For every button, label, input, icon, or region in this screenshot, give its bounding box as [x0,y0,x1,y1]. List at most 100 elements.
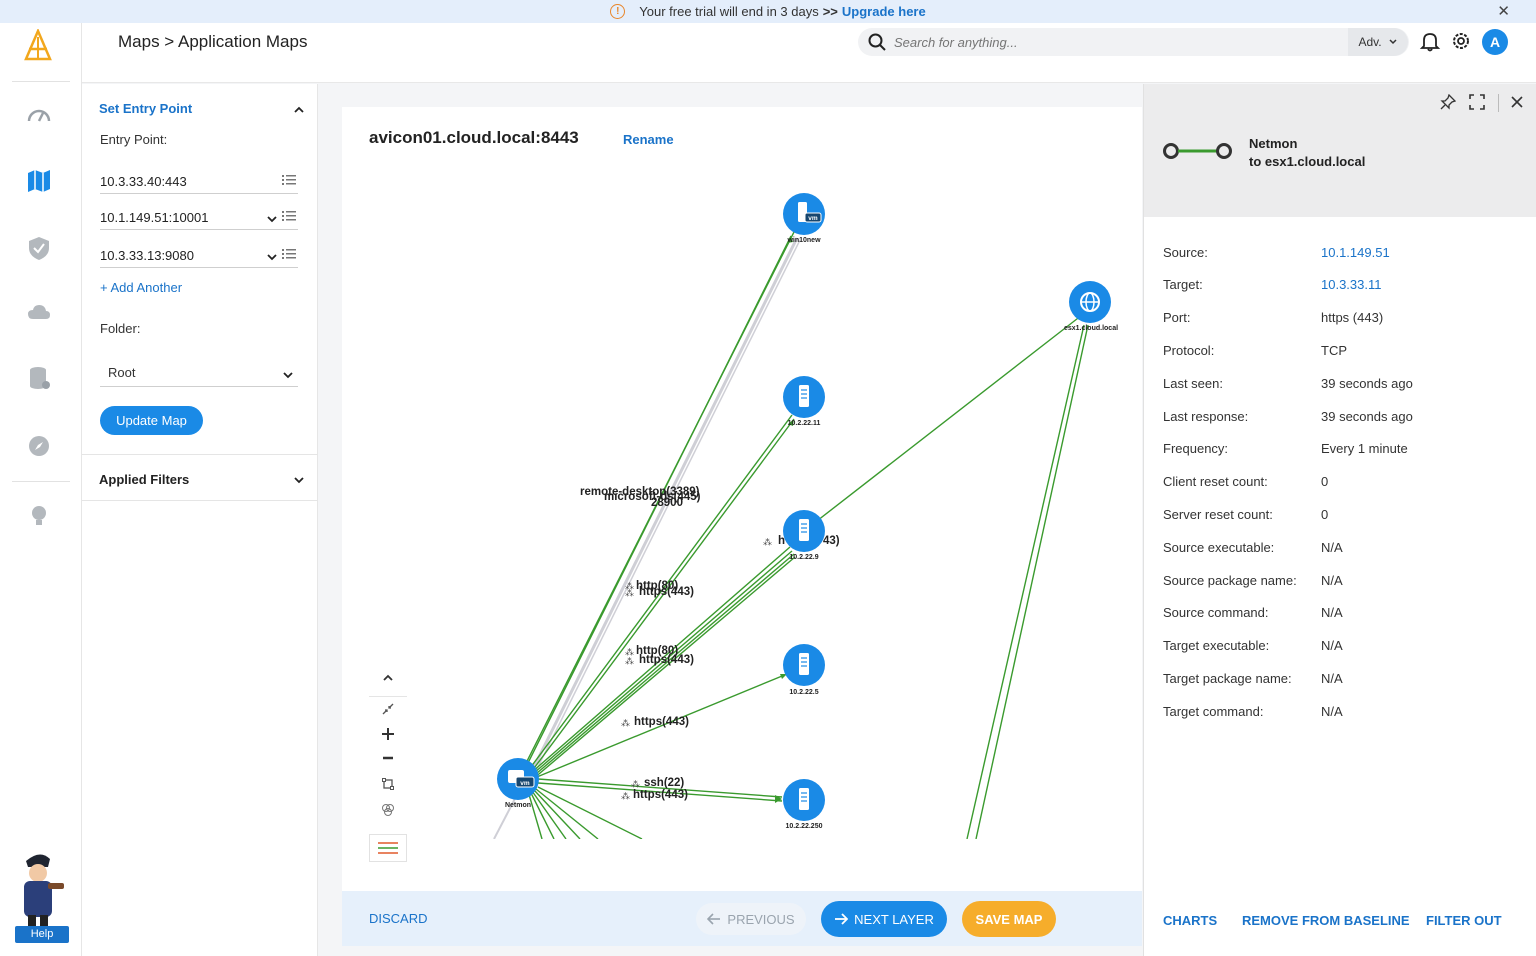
user-avatar[interactable]: A [1482,29,1508,55]
svg-text:⁂: ⁂ [625,656,634,666]
folder-select[interactable]: Root [100,360,298,387]
warning-icon: ! [610,4,626,19]
upgrade-link[interactable]: Upgrade here [842,4,926,19]
cluster-button[interactable] [369,798,407,822]
node-10-2-22-5[interactable]: 10.2.22.5 [783,644,825,696]
gear-icon[interactable] [1450,30,1472,52]
map-canvas[interactable]: avicon01.cloud.local:8443 Rename remote-… [342,107,1142,891]
entry-point-field[interactable]: 10.1.149.51:10001 [100,204,298,230]
list-icon[interactable] [282,173,296,187]
arrow-right-icon [835,913,849,925]
node-10-2-22-9[interactable]: 10.2.22.9 [783,510,825,561]
edge[interactable] [527,790,543,839]
add-another-link[interactable]: + Add Another [100,280,182,295]
remove-from-baseline-button[interactable]: REMOVE FROM BASELINE [1242,913,1410,928]
entry-point-field[interactable]: 10.3.33.40:443 [100,168,298,194]
node-esx1[interactable]: esx1.cloud.local [1064,281,1118,332]
collapse-toolbar-button[interactable] [369,666,407,690]
edge-label[interactable]: https(443) [639,586,694,598]
prop-value: N/A [1321,671,1343,686]
adv-label: Adv. [1358,35,1382,49]
prop-key: Target executable: [1163,638,1270,653]
edge[interactable] [531,239,801,780]
fit-button[interactable] [369,696,407,720]
edge[interactable] [803,314,1083,532]
pin-icon[interactable] [1440,94,1456,110]
cloud-icon[interactable] [26,300,52,326]
search-input[interactable] [894,34,1334,50]
chevron-down-icon [1389,39,1397,45]
prop-value: N/A [1321,704,1343,719]
edge[interactable] [535,788,599,839]
advanced-search-dropdown[interactable]: Adv. [1348,28,1408,56]
entry-point-label: Entry Point: [100,132,168,147]
edge[interactable] [533,789,581,839]
close-icon[interactable]: ✕ [1497,2,1510,20]
compass-icon[interactable] [26,433,52,459]
chevron-down-icon[interactable] [266,213,278,225]
prop-key: Target package name: [1163,671,1292,686]
target-link[interactable]: 10.3.33.11 [1321,277,1381,292]
map-icon[interactable] [26,168,52,194]
folder-value: Root [108,365,136,380]
legend-button[interactable] [369,834,407,862]
node-label: 10.2.22.11 [788,420,821,427]
edge-label[interactable]: 28900 [651,497,683,509]
source-link[interactable]: 10.1.149.51 [1321,245,1390,260]
save-map-button[interactable]: SAVE MAP [962,901,1056,937]
next-layer-button[interactable]: NEXT LAYER [821,901,947,937]
edge[interactable] [966,324,1085,839]
chevron-up-icon[interactable] [293,104,305,116]
network-graph[interactable]: remote-desktop(3389) microsoft-ds(445) 2… [342,107,1142,891]
list-icon[interactable] [282,247,296,261]
node-label: 10.2.22.9 [789,554,818,561]
edge-label[interactable]: 43) [823,535,840,547]
chevron-down-icon[interactable] [293,474,305,486]
close-icon[interactable] [1510,95,1524,109]
entry-point-field[interactable]: 10.3.33.13:9080 [100,242,298,268]
expand-icon[interactable] [1469,94,1485,110]
previous-button[interactable]: PREVIOUS [696,903,806,935]
node-netmon[interactable]: vm Netmon [497,758,539,809]
section-divider [82,454,318,455]
bell-icon[interactable] [1419,30,1441,52]
applied-filters-title[interactable]: Applied Filters [99,472,189,487]
edge-label[interactable]: https(443) [634,716,689,728]
edge-label[interactable]: ssh(22) [644,777,684,789]
rail-divider [12,81,70,82]
prop-key: Source command: [1163,605,1269,620]
minus-icon [383,756,393,760]
zoom-in-button[interactable] [369,722,407,746]
chevron-down-icon[interactable] [266,251,278,263]
database-icon[interactable] [26,365,52,391]
search-bar[interactable] [858,28,1409,56]
set-entry-point-title[interactable]: Set Entry Point [99,101,192,116]
prop-key: Last response: [1163,409,1249,424]
zoom-out-button[interactable] [369,746,407,770]
entry-point-value: 10.3.33.40:443 [100,174,187,189]
node-10-2-22-11[interactable]: 10.2.22.11 [783,376,825,427]
selection-box-icon [382,778,394,790]
prop-value: N/A [1321,638,1343,653]
prop-key: Protocol: [1163,343,1215,358]
detail-header: Netmon to esx1.cloud.local [1144,84,1536,217]
prop-value: 0 [1321,474,1329,489]
plus-icon [382,728,394,740]
edge[interactable] [975,324,1089,839]
help-label[interactable]: Help [15,926,69,943]
speed-icon[interactable] [26,103,52,129]
node-10-2-22-250[interactable]: 10.2.22.250 [783,779,825,830]
select-area-button[interactable] [369,772,407,796]
shield-icon[interactable] [26,235,52,261]
edge-label[interactable]: https(443) [633,789,688,801]
lightbulb-icon[interactable] [26,503,52,529]
connection-detail-panel: Netmon to esx1.cloud.local Source: 10.1.… [1143,84,1536,956]
filter-out-button[interactable]: FILTER OUT [1426,913,1502,928]
charts-button[interactable]: CHARTS [1163,913,1217,928]
list-icon[interactable] [282,209,296,223]
node-win10new[interactable]: vm win10new [783,193,825,244]
update-map-button[interactable]: Update Map [100,406,203,435]
help-assistant[interactable]: Help [10,849,70,944]
edge-label[interactable]: https(443) [639,654,694,666]
discard-button[interactable]: DISCARD [369,911,428,926]
